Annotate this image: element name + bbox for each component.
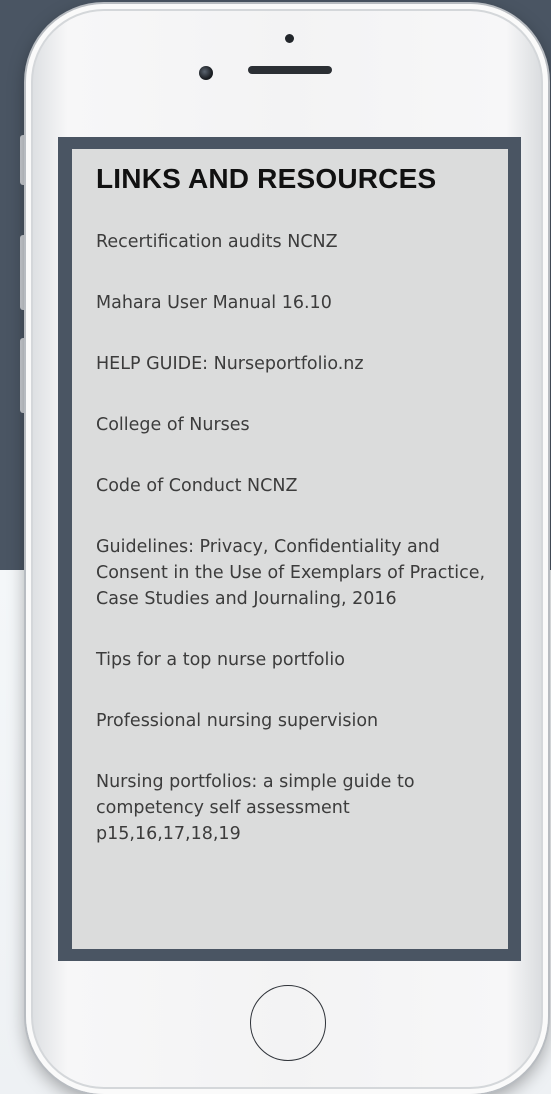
link-college-of-nurses[interactable]: College of Nurses — [96, 412, 496, 438]
front-camera — [199, 66, 213, 80]
link-guidelines-privacy[interactable]: Guidelines: Privacy, Confidentiality and… — [96, 534, 496, 612]
link-code-of-conduct[interactable]: Code of Conduct NCNZ — [96, 473, 496, 499]
proximity-sensor — [285, 34, 294, 43]
link-recertification-audits[interactable]: Recertification audits NCNZ — [96, 229, 496, 255]
link-nursing-portfolios-guide[interactable]: Nursing portfolios: a simple guide to co… — [96, 769, 496, 847]
phone-screen: LINKS AND RESOURCES Recertification audi… — [72, 149, 508, 949]
link-tips-nurse-portfolio[interactable]: Tips for a top nurse portfolio — [96, 647, 496, 673]
section-title: LINKS AND RESOURCES — [96, 163, 437, 194]
earpiece-speaker — [248, 66, 332, 74]
link-help-guide[interactable]: HELP GUIDE: Nurseportfolio.nz — [96, 351, 496, 377]
link-mahara-user-manual[interactable]: Mahara User Manual 16.10 — [96, 290, 496, 316]
link-professional-supervision[interactable]: Professional nursing supervision — [96, 708, 496, 734]
links-list: Recertification audits NCNZ Mahara User … — [96, 229, 496, 882]
home-button[interactable] — [250, 985, 326, 1061]
